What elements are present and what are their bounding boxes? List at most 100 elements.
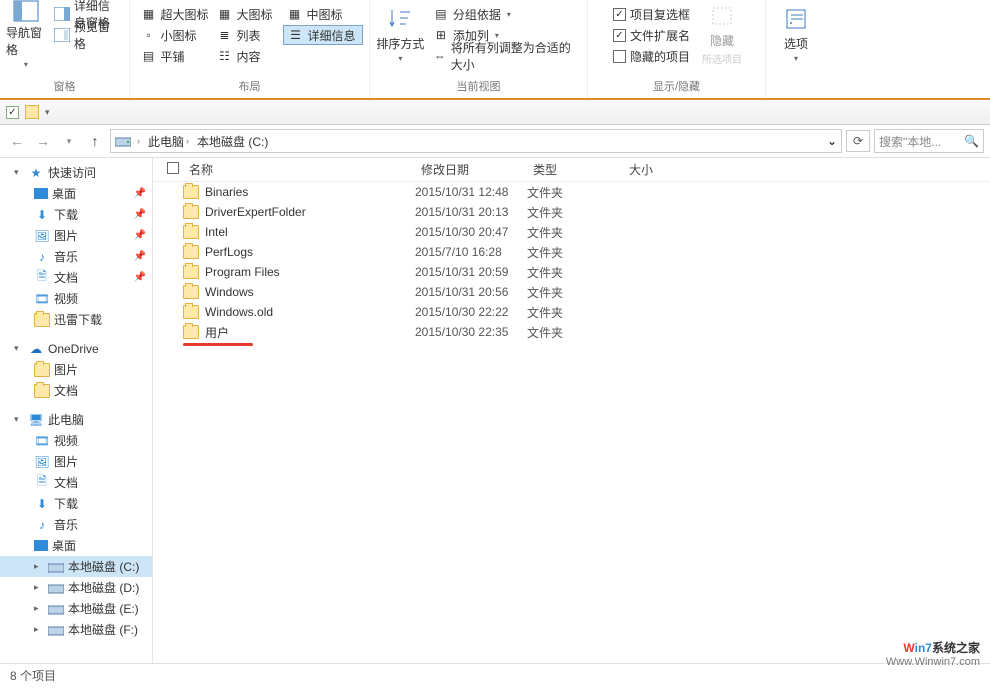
tree-drive-c[interactable]: ▸本地磁盘 (C:) xyxy=(0,556,152,577)
view-content-button[interactable]: ☷内容 xyxy=(213,46,283,66)
options-button[interactable]: 选项▾ xyxy=(768,2,824,66)
checkbox-icon: ✓ xyxy=(613,8,626,21)
up-button[interactable]: ↑ xyxy=(84,130,106,152)
col-type[interactable]: 类型 xyxy=(527,161,623,178)
group-label-view: 当前视图 xyxy=(457,76,501,96)
tree-pc-downloads[interactable]: ⬇下载 xyxy=(0,493,152,514)
breadcrumb-drive[interactable]: 本地磁盘 (C:) xyxy=(195,133,270,150)
tree-pc-pictures[interactable]: 🖼图片 xyxy=(0,451,152,472)
file-ext-toggle[interactable]: ✓文件扩展名 xyxy=(609,25,694,45)
tree-od-documents[interactable]: 文档 xyxy=(0,380,152,401)
qat-newfolder-icon[interactable] xyxy=(25,105,39,119)
group-label-panes: 窗格 xyxy=(54,76,76,96)
tree-onedrive[interactable]: ▾☁OneDrive xyxy=(0,338,152,359)
address-dropdown-icon[interactable]: ⌄ xyxy=(827,134,837,148)
item-checkboxes-toggle[interactable]: ✓项目复选框 xyxy=(609,4,694,24)
refresh-button[interactable]: ⟳ xyxy=(846,130,870,152)
checkbox-icon xyxy=(613,50,626,63)
tree-pc-videos[interactable]: 🎞视频 xyxy=(0,430,152,451)
file-row[interactable]: Windows.old2015/10/30 22:22文件夹 xyxy=(153,302,990,322)
tree-drive-e[interactable]: ▸本地磁盘 (E:) xyxy=(0,598,152,619)
folder-icon xyxy=(183,305,199,319)
folder-icon xyxy=(183,325,199,339)
back-button[interactable]: ← xyxy=(6,130,28,152)
tree-quick-access[interactable]: ▾★快速访问 xyxy=(0,162,152,183)
file-list[interactable]: Binaries2015/10/31 12:48文件夹DriverExpertF… xyxy=(153,182,990,663)
file-type: 文件夹 xyxy=(527,324,623,341)
col-date[interactable]: 修改日期 xyxy=(415,161,527,178)
col-name[interactable]: 名称 xyxy=(183,161,415,178)
quick-access-toolbar: ✓ ▾ xyxy=(0,100,990,125)
tree-videos[interactable]: 🎞视频 xyxy=(0,288,152,309)
download-icon: ⬇ xyxy=(34,207,50,223)
file-date: 2015/7/10 16:28 xyxy=(415,245,527,259)
addcol-icon: ⊞ xyxy=(433,27,449,43)
view-md-button[interactable]: ▦中图标 xyxy=(283,4,353,24)
folder-icon xyxy=(183,265,199,279)
preview-pane-button[interactable]: 预览窗格 xyxy=(50,25,121,45)
file-type: 文件夹 xyxy=(527,244,623,261)
recent-locations-button[interactable]: ▾ xyxy=(58,130,80,152)
tree-pc-music[interactable]: ♪音乐 xyxy=(0,514,152,535)
address-bar[interactable]: › 此电脑 › 本地磁盘 (C:) ⌄ xyxy=(110,129,842,153)
hide-selected-button[interactable]: 隐藏 所选项目 xyxy=(698,2,746,66)
file-row[interactable]: DriverExpertFolder2015/10/31 20:13文件夹 xyxy=(153,202,990,222)
tree-drive-f[interactable]: ▸本地磁盘 (F:) xyxy=(0,619,152,640)
view-list-button[interactable]: ≣列表 xyxy=(213,25,283,45)
col-size[interactable]: 大小 xyxy=(623,161,713,178)
fit-icon: ⇔ xyxy=(433,48,447,64)
tree-drive-d[interactable]: ▸本地磁盘 (D:) xyxy=(0,577,152,598)
search-input[interactable]: 搜索"本地...🔍 xyxy=(874,129,984,153)
download-icon: ⬇ xyxy=(34,496,50,512)
view-details-button[interactable]: ☰详细信息 xyxy=(283,25,363,45)
file-row[interactable]: Windows2015/10/31 20:56文件夹 xyxy=(153,282,990,302)
tree-documents[interactable]: 🗎文档📌 xyxy=(0,267,152,288)
tree-desktop[interactable]: 桌面📌 xyxy=(0,183,152,204)
hidden-items-toggle[interactable]: 隐藏的项目 xyxy=(609,46,694,66)
tree-pictures[interactable]: 🖼图片📌 xyxy=(0,225,152,246)
file-row[interactable]: PerfLogs2015/7/10 16:28文件夹 xyxy=(153,242,990,262)
tree-pc-documents[interactable]: 🗎文档 xyxy=(0,472,152,493)
breadcrumb[interactable]: › xyxy=(135,136,142,146)
qat-properties-icon[interactable]: ✓ xyxy=(6,106,19,119)
tree-od-pictures[interactable]: 图片 xyxy=(0,359,152,380)
options-icon xyxy=(782,5,810,33)
file-row[interactable]: Binaries2015/10/31 12:48文件夹 xyxy=(153,182,990,202)
drive-icon xyxy=(48,622,64,638)
videos-icon: 🎞 xyxy=(34,433,50,449)
preview-pane-icon xyxy=(54,27,70,43)
tree-thispc[interactable]: ▾🖥此电脑 xyxy=(0,409,152,430)
hide-icon xyxy=(708,2,736,30)
drive-icon xyxy=(115,133,131,149)
file-date: 2015/10/31 20:59 xyxy=(415,265,527,279)
desktop-icon xyxy=(34,540,48,551)
view-tiles-button[interactable]: ▤平铺 xyxy=(137,46,213,66)
tree-downloads[interactable]: ⬇下载📌 xyxy=(0,204,152,225)
tree-pc-desktop[interactable]: 桌面 xyxy=(0,535,152,556)
fit-columns-button[interactable]: ⇔将所有列调整为合适的大小 xyxy=(429,46,579,66)
folder-icon xyxy=(183,245,199,259)
folder-icon xyxy=(183,225,199,239)
group-by-button[interactable]: ▤分组依据▾ xyxy=(429,4,579,24)
view-sm-button[interactable]: ▫小图标 xyxy=(137,25,213,45)
list-icon: ≣ xyxy=(217,27,233,43)
nav-pane-icon xyxy=(12,0,40,22)
qat-dropdown-icon[interactable]: ▾ xyxy=(45,107,50,118)
view-xl-button[interactable]: ▦超大图标 xyxy=(137,4,213,24)
file-row[interactable]: 用户2015/10/30 22:35文件夹 xyxy=(153,322,990,342)
breadcrumb-thispc[interactable]: 此电脑 › xyxy=(146,133,191,150)
sort-button[interactable]: 排序方式▾ xyxy=(376,2,425,66)
file-row[interactable]: Program Files2015/10/31 20:59文件夹 xyxy=(153,262,990,282)
watermark: Win7Win7系统之家系统之家 Www.Winwin7.com xyxy=(886,639,980,668)
navigation-tree[interactable]: ▾★快速访问 桌面📌 ⬇下载📌 🖼图片📌 ♪音乐📌 🗎文档📌 🎞视频 迅雷下载 … xyxy=(0,158,153,663)
nav-pane-button[interactable]: 导航窗格 ▾ xyxy=(6,2,46,66)
group-icon: ▤ xyxy=(433,6,449,22)
select-all-checkbox[interactable] xyxy=(167,162,179,174)
tree-music[interactable]: ♪音乐📌 xyxy=(0,246,152,267)
view-lg-button[interactable]: ▦大图标 xyxy=(213,4,283,24)
file-row[interactable]: Intel2015/10/30 20:47文件夹 xyxy=(153,222,990,242)
tree-thunder[interactable]: 迅雷下载 xyxy=(0,309,152,330)
file-type: 文件夹 xyxy=(527,264,623,281)
column-headers[interactable]: 名称 修改日期 类型 大小 xyxy=(153,158,990,182)
folder-icon xyxy=(183,205,199,219)
